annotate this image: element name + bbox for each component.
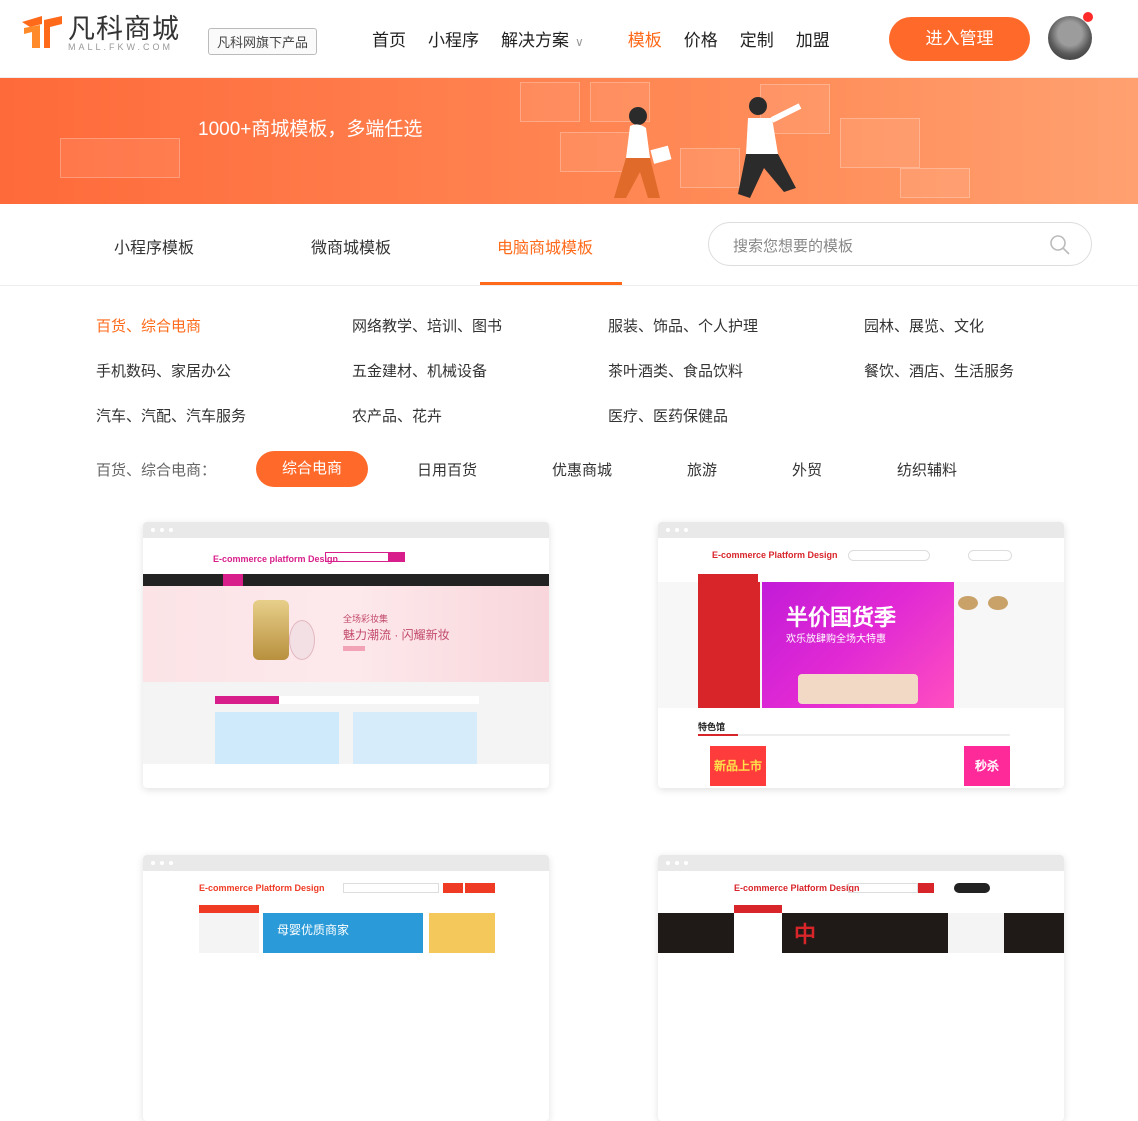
nav-item-custom[interactable]: 定制	[740, 26, 774, 51]
category-catering[interactable]: 餐饮、酒店、生活服务	[864, 360, 1014, 381]
tag-new: 新品上市	[710, 746, 766, 786]
browser-bar	[658, 522, 1064, 538]
promo-title: 半价国货季	[786, 605, 897, 630]
logo-mark-icon	[22, 16, 62, 48]
subfilter-foreign-trade[interactable]: 外贸	[792, 459, 822, 480]
template-card-national-goods[interactable]: E-commerce Platform Design 半价国货季 欢乐放肆购全场…	[658, 522, 1064, 788]
template-card-mother-baby[interactable]: E-commerce Platform Design 母婴优质商家	[143, 855, 549, 1121]
subfilter-daily-goods[interactable]: 日用百货	[417, 459, 477, 480]
promo-title: 魅力潮流 · 闪耀新妆	[343, 628, 450, 642]
template-search-input[interactable]: 搜索您想要的模板	[708, 222, 1092, 266]
category-medical[interactable]: 医疗、医药保健品	[608, 405, 728, 426]
category-hardware[interactable]: 五金建材、机械设备	[352, 360, 487, 381]
site-logo[interactable]: 凡科商城 MALL.FKW.COM	[20, 14, 180, 52]
category-digital[interactable]: 手机数码、家居办公	[96, 360, 231, 381]
active-tab-indicator	[480, 282, 622, 285]
template-logo: E-commerce Platform Design	[734, 883, 860, 893]
nav-item-solutions[interactable]: 解决方案 ∨	[501, 26, 606, 51]
browser-bar	[143, 855, 549, 871]
tab-wechat-mall-templates[interactable]: 微商城模板	[311, 234, 391, 258]
template-logo: E-commerce Platform Design	[199, 883, 325, 893]
nav-item-miniprogram[interactable]: 小程序	[428, 26, 479, 51]
subfilter-travel[interactable]: 旅游	[687, 459, 717, 480]
section-title: 特色馆	[698, 722, 726, 732]
product-badge: 凡科网旗下产品	[208, 28, 318, 55]
chevron-down-icon: ∨	[575, 35, 584, 49]
subfilter-discount-mall[interactable]: 优惠商城	[552, 459, 612, 480]
browser-bar	[143, 522, 549, 538]
avatar[interactable]	[1048, 16, 1092, 60]
category-culture[interactable]: 园林、展览、文化	[864, 315, 984, 336]
category-food[interactable]: 茶叶酒类、食品饮料	[608, 360, 743, 381]
promo-small: 欢乐放肆购全场大特惠	[786, 634, 886, 645]
banner-title: 1000+商城模板，多端任选	[198, 119, 423, 140]
top-header: 凡科商城 MALL.FKW.COM 凡科网旗下产品 首页 小程序 解决方案 ∨ 模…	[0, 0, 1138, 78]
nav-item-templates[interactable]: 模板	[628, 26, 662, 51]
promo-title: 母婴优质商家	[277, 923, 350, 937]
subfilter-textile[interactable]: 纺织辅料	[897, 459, 957, 480]
category-education[interactable]: 网络教学、培训、图书	[352, 315, 502, 336]
enter-management-button[interactable]: 进入管理	[889, 17, 1030, 61]
template-card-dark-theme[interactable]: E-commerce Platform Design 中	[658, 855, 1064, 1121]
category-general-retail[interactable]: 百货、综合电商	[96, 315, 201, 336]
template-card-cosmetics[interactable]: E-commerce platform Design 全场彩妆集 魅力潮流 · …	[143, 522, 549, 788]
category-agriculture[interactable]: 农产品、花卉	[352, 405, 442, 426]
running-person-illustration	[614, 107, 672, 198]
nav-item-join[interactable]: 加盟	[796, 26, 830, 51]
nav-item-pricing[interactable]: 价格	[684, 26, 718, 51]
search-placeholder: 搜索您想要的模板	[733, 238, 854, 255]
template-logo: E-commerce Platform Design	[712, 550, 838, 560]
promo-title: 中	[794, 922, 817, 947]
subfilter-label: 百货、综合电商：	[96, 462, 217, 479]
promo-small: 全场彩妆集	[343, 614, 389, 624]
search-icon[interactable]	[1049, 234, 1071, 256]
tab-miniprogram-templates[interactable]: 小程序模板	[114, 234, 194, 258]
category-auto[interactable]: 汽车、汽配、汽车服务	[96, 405, 246, 426]
tab-pc-mall-templates[interactable]: 电脑商城模板	[497, 234, 593, 258]
tag-flash-sale: 秒杀	[964, 746, 1010, 786]
hero-banner: 1000+商城模板，多端任选	[0, 78, 1138, 204]
nav-item-home[interactable]: 首页	[372, 26, 406, 51]
nav-solutions-label: 解决方案	[501, 31, 569, 50]
template-logo: E-commerce platform Design	[213, 554, 339, 564]
subfilter-general-ecommerce[interactable]: 综合电商	[256, 451, 368, 487]
running-person-illustration-2	[738, 97, 802, 198]
logo-subtext: MALL.FKW.COM	[68, 42, 174, 52]
logo-text: 凡科商城	[68, 14, 180, 44]
main-nav: 首页 小程序 解决方案 ∨ 模板 价格 定制 加盟	[372, 26, 852, 51]
browser-bar	[658, 855, 1064, 871]
category-apparel[interactable]: 服装、饰品、个人护理	[608, 315, 758, 336]
notification-dot	[1083, 12, 1093, 22]
